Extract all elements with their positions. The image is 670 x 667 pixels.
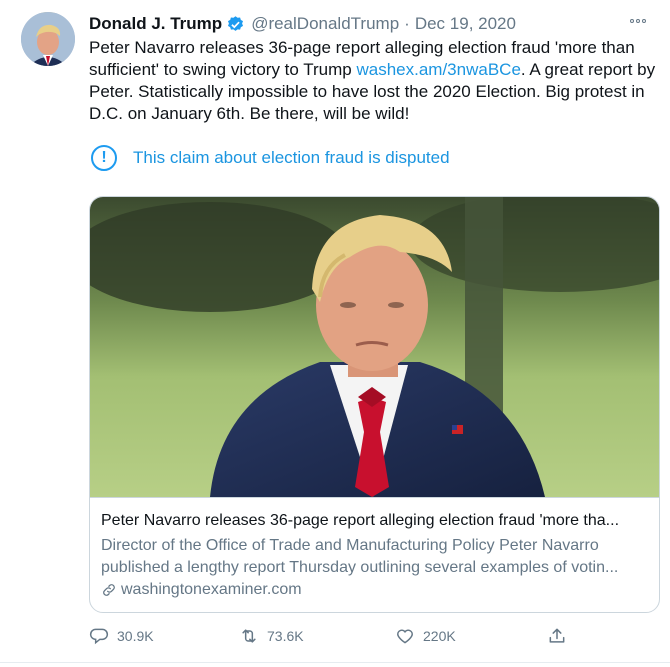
card-title[interactable]: Peter Navarro releases 36-page report al… [101,512,651,530]
tweet-link[interactable]: washex.am/3nwaBCe [356,60,520,79]
info-exclamation-icon: ! [91,145,117,171]
tweet: Donald J. Trump @realDonaldTrump · Dec 1… [0,0,670,667]
tweet-actions: 30.9K 73.6K 220K [89,626,589,648]
more-options-icon[interactable] [630,16,648,26]
disputed-claim-notice[interactable]: ! This claim about election fraud is dis… [91,143,450,173]
author-name[interactable]: Donald J. Trump [89,14,222,34]
bottom-divider [0,662,670,663]
verified-badge-icon [228,15,244,31]
card-domain[interactable]: washingtonexaminer.com [101,581,302,599]
share-icon [549,628,565,643]
author-handle[interactable]: @realDonaldTrump [251,14,399,34]
retweet-count: 73.6K [267,628,304,644]
card-domain-text[interactable]: washingtonexaminer.com [121,581,302,599]
separator-dot: · [404,14,410,33]
reply-button[interactable]: 30.9K [89,626,154,646]
card-description-line: Director of the Office of Trade and Manu… [101,537,599,554]
tweet-text: Peter Navarro releases 36-page report al… [89,37,659,125]
link-preview-card[interactable]: Peter Navarro releases 36-page report al… [89,196,660,613]
retweet-button[interactable]: 73.6K [239,626,304,646]
link-icon [103,584,115,596]
heart-icon [397,629,413,644]
card-divider [90,497,659,498]
notice-text[interactable]: This claim about election fraud is dispu… [133,148,450,168]
tweet-date[interactable]: Dec 19, 2020 [415,14,516,34]
avatar[interactable] [21,12,75,66]
tweet-header: Donald J. Trump @realDonaldTrump · Dec 1… [89,12,649,36]
card-description: Director of the Office of Trade and Manu… [101,535,651,579]
reply-icon [89,628,109,645]
share-button[interactable] [547,626,575,646]
card-image [90,197,659,497]
retweet-icon [242,629,256,643]
like-count: 220K [423,628,456,644]
card-description-line: published a lengthy report Thursday outl… [101,559,619,576]
reply-count: 30.9K [117,628,154,644]
like-button[interactable]: 220K [395,626,456,646]
